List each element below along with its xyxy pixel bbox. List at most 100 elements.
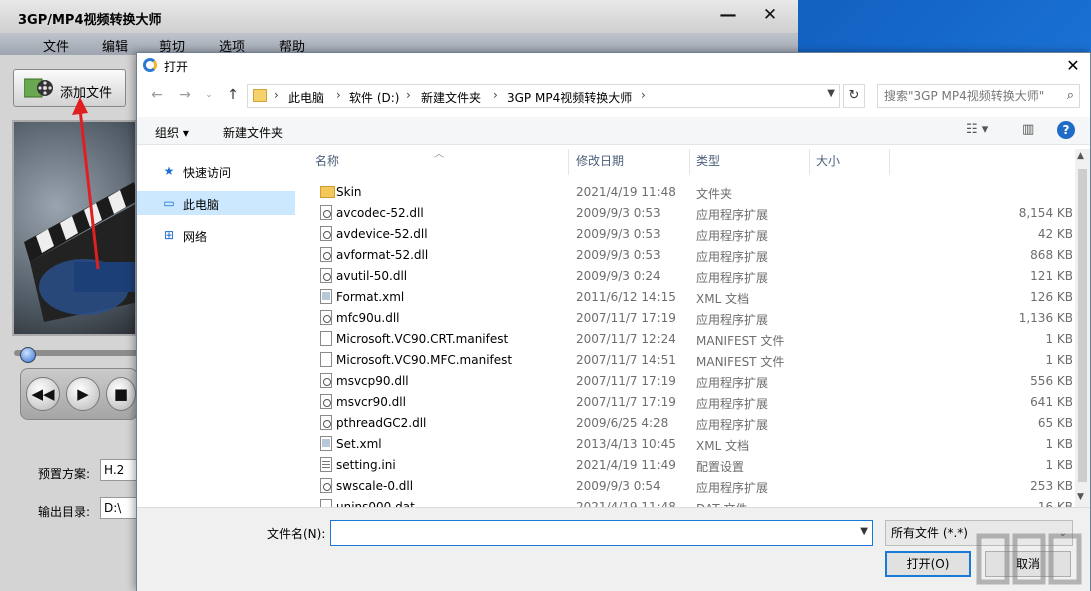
vertical-scrollbar[interactable]: ▲ ▼ (1075, 149, 1090, 507)
output-dir-value: D:\ (104, 501, 122, 515)
back-arrow-icon[interactable]: ← (147, 87, 167, 105)
table-row[interactable]: avutil-50.dll 2009/9/3 0:24 应用程序扩展 121 KB (299, 265, 1077, 286)
column-type[interactable]: 类型 (690, 149, 810, 175)
file-date: 2021/4/19 11:49 (576, 458, 676, 472)
file-type-value: 所有文件 (*.*) (891, 526, 968, 540)
file-type: 应用程序扩展 (696, 250, 769, 264)
file-icon (320, 373, 332, 388)
table-row[interactable]: Set.xml 2013/4/13 10:45 XML 文档 1 KB (299, 433, 1077, 454)
nav-item-quick-access[interactable]: ★ 快速访问 (137, 159, 295, 183)
file-name: pthreadGC2.dll (336, 416, 427, 430)
column-size[interactable]: 大小 (810, 149, 890, 175)
table-row[interactable]: setting.ini 2021/4/19 11:49 配置设置 1 KB (299, 454, 1077, 475)
table-row[interactable]: Skin 2021/4/19 11:48 文件夹 (299, 181, 1077, 202)
preview-pane-icon[interactable]: ▥ (1022, 122, 1034, 137)
table-row[interactable]: Format.xml 2011/6/12 14:15 XML 文档 126 KB (299, 286, 1077, 307)
scroll-thumb[interactable] (1078, 169, 1087, 482)
file-date: 2009/9/3 0:53 (576, 227, 661, 241)
help-icon[interactable]: ? (1057, 121, 1075, 139)
menu-edit[interactable]: 编辑 (102, 36, 128, 55)
breadcrumb-app-folder[interactable]: 3GP MP4视频转换大师 (507, 89, 632, 106)
slider-knob[interactable] (20, 347, 36, 363)
up-arrow-icon[interactable]: ↑ (223, 87, 243, 105)
table-row[interactable]: Microsoft.VC90.CRT.manifest 2007/11/7 12:… (299, 328, 1077, 349)
file-date: 2007/11/7 17:19 (576, 374, 676, 388)
rewind-icon[interactable]: ◀◀ (26, 377, 60, 411)
chevron-right-icon: › (641, 88, 646, 102)
file-date: 2011/6/12 14:15 (576, 290, 676, 304)
breadcrumb-this-pc[interactable]: 此电脑 (288, 89, 324, 106)
file-size: 1 KB (1045, 353, 1073, 367)
dialog-close-button[interactable]: ✕ (1062, 55, 1084, 77)
file-icon (320, 247, 332, 262)
dialog-footer: 文件名(N): ▼ 所有文件 (*.*) ⌄ 打开(O) 取消 (137, 507, 1090, 591)
table-row[interactable]: mfc90u.dll 2007/11/7 17:19 应用程序扩展 1,136 KB (299, 307, 1077, 328)
file-date: 2009/9/3 0:53 (576, 206, 661, 220)
file-name: avformat-52.dll (336, 248, 429, 262)
file-type: MANIFEST 文件 (696, 355, 785, 369)
chevron-right-icon: › (336, 88, 341, 102)
table-row[interactable]: swscale-0.dll 2009/9/3 0:54 应用程序扩展 253 KB (299, 475, 1077, 496)
preset-select[interactable]: H.2 (100, 459, 140, 481)
play-icon[interactable]: ▶ (66, 377, 100, 411)
file-size: 868 KB (1030, 248, 1073, 262)
file-list: ︿ 名称 修改日期 类型 大小 Skin 2021/4/19 11:48 文件夹 av… (299, 149, 1089, 509)
table-row[interactable]: msvcr90.dll 2007/11/7 17:19 应用程序扩展 641 KB (299, 391, 1077, 412)
filename-input[interactable]: ▼ (330, 520, 873, 546)
file-name: mfc90u.dll (336, 311, 400, 325)
network-icon: ⊞ (163, 228, 175, 242)
search-input[interactable]: 搜索"3GP MP4视频转换大师" ⌕ (877, 84, 1080, 108)
table-row[interactable]: avdevice-52.dll 2009/9/3 0:53 应用程序扩展 42 KB (299, 223, 1077, 244)
file-size: 42 KB (1037, 227, 1073, 241)
address-bar[interactable]: › 此电脑 › 软件 (D:) › 新建文件夹 › 3GP MP4视频转换大师 … (247, 84, 840, 108)
table-row[interactable]: avformat-52.dll 2009/9/3 0:53 应用程序扩展 868 KB (299, 244, 1077, 265)
file-size: 1 KB (1045, 458, 1073, 472)
file-type: 应用程序扩展 (696, 376, 769, 390)
file-date: 2009/9/3 0:54 (576, 479, 661, 493)
file-icon (320, 205, 332, 220)
column-date[interactable]: 修改日期 (570, 149, 690, 175)
file-date: 2009/6/25 4:28 (576, 416, 669, 430)
table-row[interactable]: msvcp90.dll 2007/11/7 17:19 应用程序扩展 556 KB (299, 370, 1077, 391)
file-icon (320, 457, 332, 472)
menu-file[interactable]: 文件 (43, 36, 69, 55)
file-date: 2007/11/7 17:19 (576, 311, 676, 325)
forward-arrow-icon[interactable]: → (175, 87, 195, 105)
stop-icon[interactable]: ■ (106, 377, 136, 411)
column-name[interactable]: 名称 (309, 149, 569, 175)
file-icon (320, 331, 332, 346)
output-dir-input[interactable]: D:\ (100, 497, 140, 519)
close-button[interactable]: ✕ (757, 4, 783, 26)
table-row[interactable]: Microsoft.VC90.MFC.manifest 2007/11/7 14:… (299, 349, 1077, 370)
file-name: msvcp90.dll (336, 374, 409, 388)
table-row[interactable]: pthreadGC2.dll 2009/6/25 4:28 应用程序扩展 65 KB (299, 412, 1077, 433)
dialog-title: 打开 (164, 60, 189, 74)
recent-dropdown-icon[interactable]: ⌄ (199, 90, 219, 108)
folder-icon (253, 89, 267, 102)
file-icon (320, 394, 332, 409)
file-date: 2021/4/19 11:48 (576, 185, 676, 199)
file-icon (320, 352, 332, 367)
table-row[interactable]: avcodec-52.dll 2009/9/3 0:53 应用程序扩展 8,154 K… (299, 202, 1077, 223)
open-button[interactable]: 打开(O) (885, 551, 971, 577)
breadcrumb-new-folder[interactable]: 新建文件夹 (421, 89, 481, 106)
nav-item-label: 快速访问 (183, 166, 232, 180)
minimize-button[interactable]: — (715, 4, 741, 26)
nav-item-network[interactable]: ⊞ 网络 (137, 223, 295, 247)
file-size: 121 KB (1030, 269, 1073, 283)
file-name: Format.xml (336, 290, 405, 304)
app-icon (143, 58, 157, 72)
nav-item-this-pc[interactable]: ▭ 此电脑 (137, 191, 295, 215)
scroll-up-icon[interactable]: ▲ (1077, 151, 1084, 161)
new-folder-button[interactable]: 新建文件夹 (223, 124, 283, 141)
file-name: msvcr90.dll (336, 395, 406, 409)
file-name: setting.ini (336, 458, 396, 472)
chevron-down-icon[interactable]: ▼ (827, 88, 835, 99)
organize-button[interactable]: 组织 ▾ (155, 124, 189, 141)
refresh-icon[interactable]: ↻ (843, 84, 865, 108)
view-options-icon[interactable]: ☷ ▾ (966, 122, 988, 137)
search-icon: ⌕ (1066, 88, 1074, 103)
breadcrumb-drive-d[interactable]: 软件 (D:) (349, 89, 399, 106)
scroll-down-icon[interactable]: ▼ (1077, 492, 1084, 502)
chevron-down-icon[interactable]: ▼ (860, 526, 868, 537)
